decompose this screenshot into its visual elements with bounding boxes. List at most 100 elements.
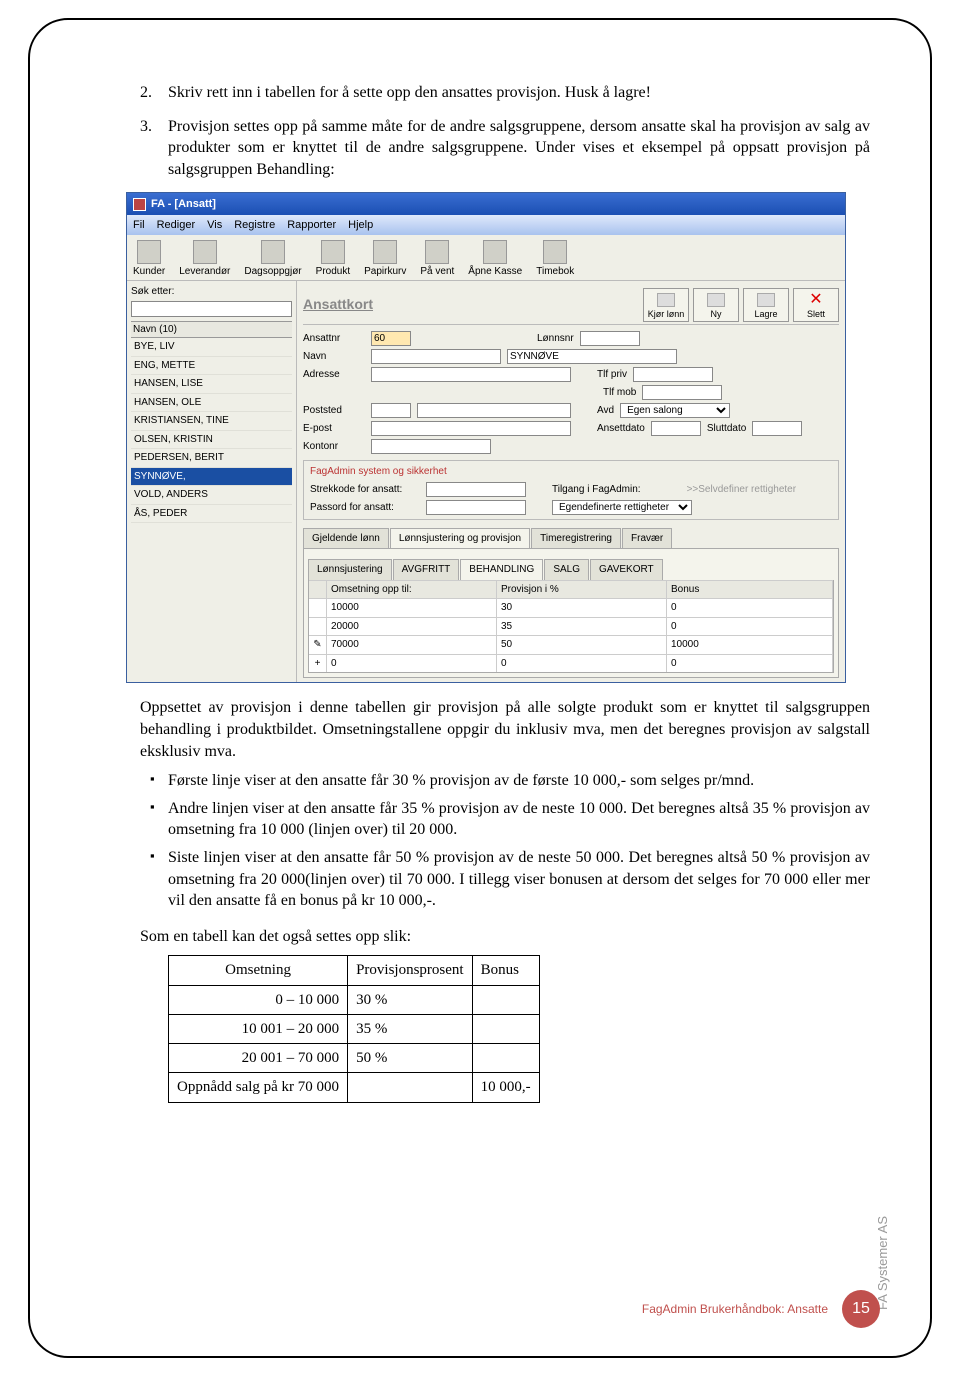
ansdato-label: Ansettdato: [597, 422, 645, 436]
ol-number: 3.: [140, 116, 168, 181]
subtab-avgfritt[interactable]: AVGFRITT: [393, 559, 460, 580]
ol-item-2: 2. Skriv rett inn i tabellen for å sette…: [140, 82, 870, 104]
kjor-lonn-button[interactable]: Kjør lønn: [643, 288, 689, 322]
list-item[interactable]: OLSEN, KRISTIN: [131, 431, 292, 450]
sluttdato-field[interactable]: [752, 421, 802, 436]
people-icon: [137, 240, 161, 264]
register-icon: [483, 240, 507, 264]
app-window: FA - [Ansatt] Fil Rediger Vis Registre R…: [126, 192, 846, 683]
right-pane: Ansattkort Kjør lønn Ny Lagre ✕Slett Ans…: [297, 281, 845, 682]
card-title: Ansattkort: [303, 295, 643, 314]
app-screenshot: FA - [Ansatt] Fil Rediger Vis Registre R…: [126, 192, 870, 683]
ansattnr-field[interactable]: [371, 331, 411, 346]
list-item[interactable]: VOLD, ANDERS: [131, 486, 292, 505]
list-item[interactable]: ÅS, PEDER: [131, 505, 292, 524]
subtab-salg[interactable]: SALG: [544, 559, 589, 580]
tool-dagsoppgjor[interactable]: Dagsoppgjør: [244, 240, 301, 279]
etternavn-field[interactable]: [371, 349, 501, 364]
menu-rediger[interactable]: Rediger: [157, 218, 196, 233]
tlfpriv-label: Tlf priv: [597, 368, 627, 382]
tool-produkt[interactable]: Produkt: [316, 240, 350, 279]
tab-gjeldende[interactable]: Gjeldende lønn: [303, 528, 389, 549]
selvdef-link[interactable]: >>Selvdefiner rettigheter: [687, 483, 797, 497]
list-item[interactable]: HANSEN, LISE: [131, 375, 292, 394]
app-icon: [133, 198, 146, 211]
form: Ansattnr Lønnsnr Navn Ad: [303, 331, 839, 454]
bullet-item: ▪Første linje viser at den ansatte får 3…: [140, 770, 870, 792]
sluttdato-label: Sluttdato: [707, 422, 746, 436]
lonnsnr-label: Lønnsnr: [537, 332, 574, 346]
ol-item-3: 3. Provisjon settes opp på samme måte fo…: [140, 116, 870, 181]
lagre-button[interactable]: Lagre: [743, 288, 789, 322]
adresse-field[interactable]: [371, 367, 571, 382]
kontonr-field[interactable]: [371, 439, 491, 454]
strekkode-label: Strekkode for ansatt:: [310, 483, 420, 497]
tool-papirkurv[interactable]: Papirkurv: [364, 240, 406, 279]
provision-grid: Omsetning opp til: Provisjon i % Bonus 1…: [308, 580, 834, 674]
bullet-item: ▪Siste linjen viser at den ansatte får 5…: [140, 847, 870, 912]
subtab-lonnsjustering[interactable]: Lønnsjustering: [308, 559, 392, 580]
grid-row[interactable]: 20000 35 0: [309, 617, 833, 636]
list-item[interactable]: KRISTIANSEN, TINE: [131, 412, 292, 431]
passord-field[interactable]: [426, 500, 526, 515]
tool-pavent[interactable]: På vent: [420, 240, 454, 279]
grid-row[interactable]: + 0 0 0: [309, 654, 833, 673]
list-item[interactable]: BYE, LIV: [131, 338, 292, 357]
epost-field[interactable]: [371, 421, 571, 436]
fornavn-field[interactable]: [507, 349, 677, 364]
summary-intro: Som en tabell kan det også settes opp sl…: [140, 926, 870, 948]
epost-label: E-post: [303, 422, 365, 436]
tool-kunder[interactable]: Kunder: [133, 240, 165, 279]
table-row: Oppnådd salg på kr 70 000 10 000,-: [169, 1073, 540, 1102]
avd-select[interactable]: Egen salong: [620, 403, 730, 418]
table-row: 10 001 – 20 000 35 %: [169, 1014, 540, 1043]
strekkode-field[interactable]: [426, 482, 526, 497]
ansattnr-label: Ansattnr: [303, 332, 365, 346]
name-list-header: Navn (10): [131, 321, 292, 339]
menubar: Fil Rediger Vis Registre Rapporter Hjelp: [127, 215, 845, 235]
poststed-field[interactable]: [417, 403, 571, 418]
menu-registre[interactable]: Registre: [234, 218, 275, 233]
kontonr-label: Kontonr: [303, 440, 365, 454]
tlfpriv-field[interactable]: [633, 367, 713, 382]
list-item[interactable]: HANSEN, OLE: [131, 394, 292, 413]
menu-fil[interactable]: Fil: [133, 218, 145, 233]
lonnsnr-field[interactable]: [580, 331, 640, 346]
grid-row[interactable]: ✎ 70000 50 10000: [309, 635, 833, 654]
tool-leverandor[interactable]: Leverandør: [179, 240, 230, 279]
calendar-icon: [543, 240, 567, 264]
name-list: BYE, LIV ENG, METTE HANSEN, LISE HANSEN,…: [131, 338, 292, 523]
save-icon: [757, 293, 775, 307]
menu-rapporter[interactable]: Rapporter: [287, 218, 336, 233]
tlfmob-field[interactable]: [642, 385, 722, 400]
subtab-gavekort[interactable]: GAVEKORT: [590, 559, 663, 580]
menu-hjelp[interactable]: Hjelp: [348, 218, 373, 233]
slett-button[interactable]: ✕Slett: [793, 288, 839, 322]
window-title: FA - [Ansatt]: [151, 197, 216, 212]
close-icon: ✕: [807, 293, 825, 307]
grid-row[interactable]: 10000 30 0: [309, 598, 833, 617]
list-item[interactable]: ENG, METTE: [131, 357, 292, 376]
list-item[interactable]: PEDERSEN, BERIT: [131, 449, 292, 468]
search-label: Søk etter:: [131, 285, 292, 299]
ansdato-field[interactable]: [651, 421, 701, 436]
tab-fravaer[interactable]: Fravær: [622, 528, 672, 549]
ol-number: 2.: [140, 82, 168, 104]
tab-timereg[interactable]: Timeregistrering: [531, 528, 621, 549]
tab-lonnsjustering[interactable]: Lønnsjustering og provisjon: [390, 528, 530, 549]
search-input[interactable]: [131, 301, 292, 317]
bullet-mark: ▪: [140, 770, 168, 792]
subtab-behandling[interactable]: BEHANDLING: [460, 559, 543, 580]
tool-timebok[interactable]: Timebok: [536, 240, 574, 279]
footer-label: FagAdmin Brukerhåndbok: Ansatte: [642, 1302, 828, 1316]
list-item-selected[interactable]: SYNNØVE,: [131, 468, 292, 487]
menu-vis[interactable]: Vis: [207, 218, 222, 233]
tool-apnekasse[interactable]: Åpne Kasse: [468, 240, 522, 279]
tilgang-label: Tilgang i FagAdmin:: [552, 483, 641, 497]
postnr-field[interactable]: [371, 403, 411, 418]
tilgang-select[interactable]: Egendefinerte rettigheter: [552, 500, 692, 515]
ol-text: Provisjon settes opp på samme måte for d…: [168, 116, 870, 181]
ny-button[interactable]: Ny: [693, 288, 739, 322]
run-icon: [657, 293, 675, 307]
bullet-list: ▪Første linje viser at den ansatte får 3…: [140, 770, 870, 912]
